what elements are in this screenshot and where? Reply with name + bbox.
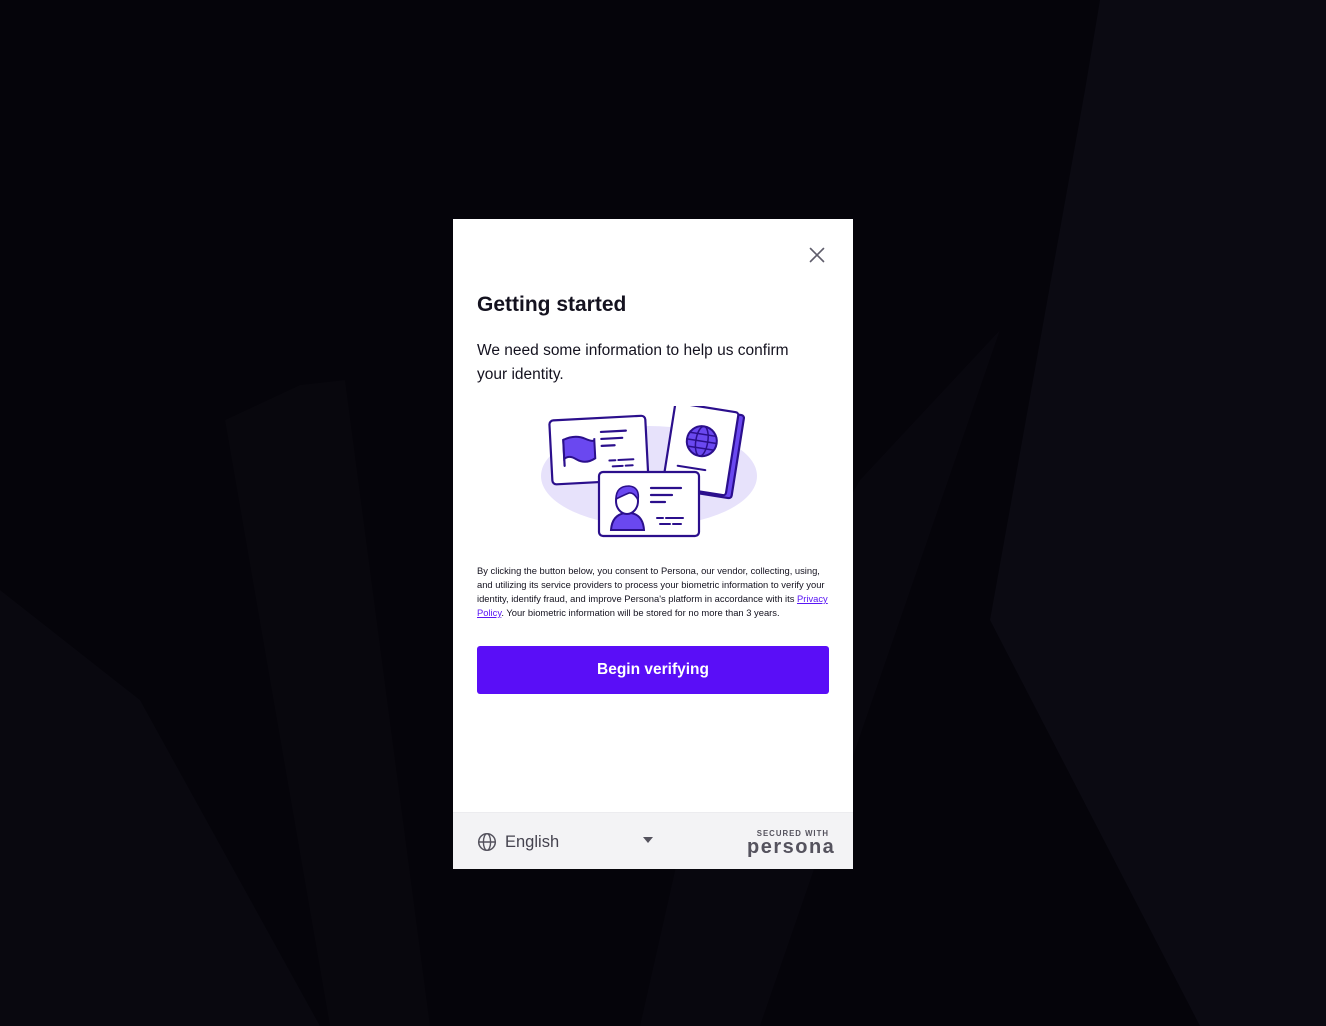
language-label: English <box>505 832 560 851</box>
subtitle: We need some information to help us conf… <box>477 342 789 383</box>
page-title: Getting started <box>477 293 627 316</box>
secured-with-persona-badge: SECURED WITH persona <box>747 829 836 858</box>
language-select[interactable]: English <box>477 830 653 854</box>
persona-logo: persona <box>747 836 836 858</box>
globe-icon <box>477 832 497 852</box>
verification-modal: Getting started We need some information… <box>453 219 853 869</box>
id-documents-illustration <box>541 406 757 538</box>
close-button[interactable] <box>805 243 829 267</box>
consent-text: By clicking the button below, you consen… <box>477 564 829 620</box>
begin-verifying-button[interactable]: Begin verifying <box>477 646 829 694</box>
caret-down-icon <box>643 837 653 843</box>
modal-footer: English SECURED WITH persona <box>453 812 853 869</box>
consent-text-start: By clicking the button below, you consen… <box>477 565 825 604</box>
consent-text-end: . Your biometric information will be sto… <box>501 607 780 618</box>
close-icon <box>809 247 825 263</box>
